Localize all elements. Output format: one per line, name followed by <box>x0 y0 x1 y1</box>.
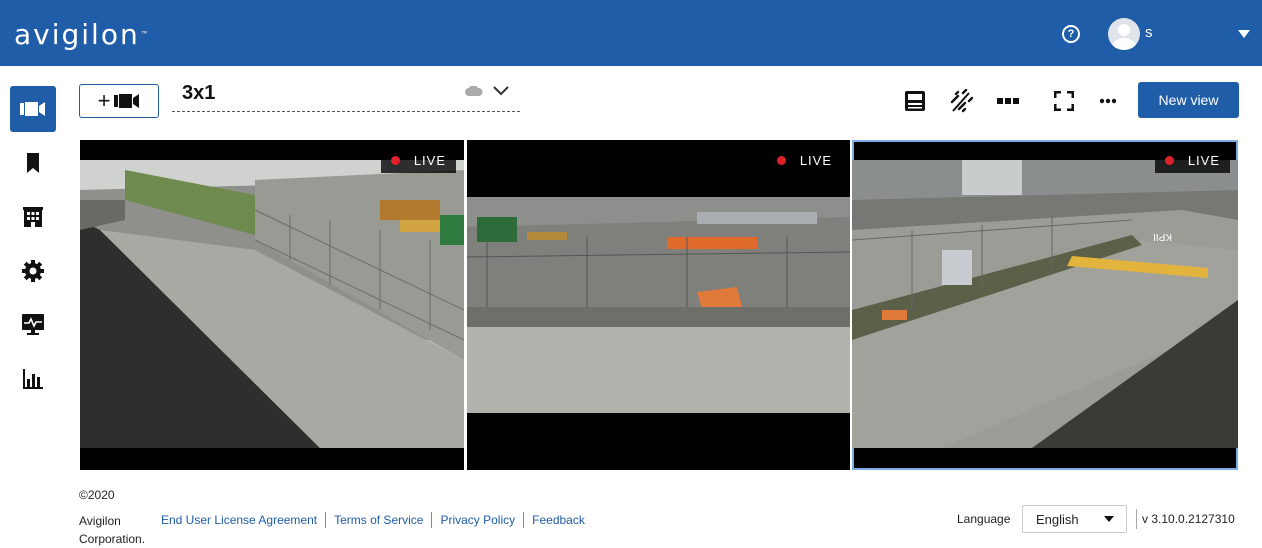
video-camera-icon <box>114 94 140 108</box>
sidebar-item-bookmarks[interactable] <box>10 140 56 186</box>
live-badge-3: LIVE <box>1154 147 1230 173</box>
version-divider <box>1136 509 1137 529</box>
help-icon[interactable]: ? <box>1062 25 1080 43</box>
camera-feed-1 <box>80 160 464 448</box>
new-view-button[interactable]: New view <box>1138 82 1239 118</box>
left-sidebar <box>0 66 66 426</box>
eula-link[interactable]: End User License Agreement <box>161 513 317 527</box>
layout-icon <box>997 98 1019 104</box>
more-icon <box>1099 98 1117 104</box>
feedback-link[interactable]: Feedback <box>532 513 585 527</box>
link-divider <box>431 512 433 528</box>
view-name-field[interactable]: 3x1 <box>172 78 520 112</box>
top-bar: avigilon™ ? s <box>0 0 1262 66</box>
user-menu-caret-icon[interactable] <box>1238 30 1250 38</box>
video-camera-icon <box>20 102 45 116</box>
save-icon <box>905 91 925 111</box>
sidebar-item-cameras[interactable] <box>10 86 56 132</box>
live-indicator-icon <box>1164 155 1174 165</box>
sidebar-item-health[interactable] <box>10 302 56 348</box>
view-name[interactable]: 3x1 <box>182 82 215 105</box>
live-indicator-icon <box>390 155 400 165</box>
unlink-button[interactable] <box>948 86 974 116</box>
save-view-button[interactable] <box>903 86 927 116</box>
user-avatar[interactable] <box>1108 18 1140 50</box>
video-grid: LIVE LIVE KPII LIVE <box>80 140 1238 470</box>
chevron-down-icon[interactable] <box>492 84 510 96</box>
more-options-button[interactable] <box>1096 86 1120 116</box>
video-tile-3[interactable]: KPII LIVE <box>852 140 1238 470</box>
layout-button[interactable] <box>995 86 1021 116</box>
video-tile-2[interactable]: LIVE <box>467 140 850 470</box>
unlink-icon <box>950 89 973 113</box>
version-text: v 3.10.0.2127310 <box>1142 512 1235 526</box>
link-divider <box>523 512 525 528</box>
bookmark-icon <box>27 153 39 173</box>
company-name: Avigilon Corporation. <box>79 514 146 546</box>
chevron-down-icon <box>1104 516 1114 522</box>
bar-chart-icon <box>23 369 43 389</box>
terms-of-service-link[interactable]: Terms of Service <box>334 513 423 527</box>
live-badge-2: LIVE <box>766 147 842 173</box>
cloud-icon <box>465 86 483 96</box>
sidebar-item-reports[interactable] <box>10 356 56 402</box>
fullscreen-button[interactable] <box>1052 86 1076 116</box>
sidebar-item-settings[interactable] <box>10 248 56 294</box>
gear-icon <box>22 260 44 282</box>
footer: ©2020 Avigilon Corporation. End User Lic… <box>0 480 1262 548</box>
avigilon-logo[interactable]: avigilon™ <box>14 20 151 50</box>
video-tile-1[interactable]: LIVE <box>80 140 464 470</box>
link-divider <box>325 512 327 528</box>
sidebar-item-sites[interactable] <box>10 194 56 240</box>
svg-text:KPII: KPII <box>1153 231 1172 242</box>
camera-feed-3: KPII <box>852 160 1238 448</box>
building-icon <box>23 207 43 227</box>
privacy-policy-link[interactable]: Privacy Policy <box>440 513 515 527</box>
monitor-pulse-icon <box>22 314 44 335</box>
footer-links: End User License Agreement Terms of Serv… <box>161 512 585 528</box>
live-badge-1: LIVE <box>380 147 456 173</box>
live-indicator-icon <box>776 155 786 165</box>
plus-icon: + <box>97 88 111 113</box>
user-name[interactable]: s <box>1145 24 1153 41</box>
copyright-text: ©2020 <box>79 488 115 502</box>
language-label: Language <box>957 512 1011 526</box>
add-camera-button[interactable]: + <box>79 84 159 118</box>
fullscreen-icon <box>1054 91 1074 111</box>
camera-feed-2 <box>467 197 850 413</box>
language-select[interactable]: English <box>1022 505 1127 533</box>
